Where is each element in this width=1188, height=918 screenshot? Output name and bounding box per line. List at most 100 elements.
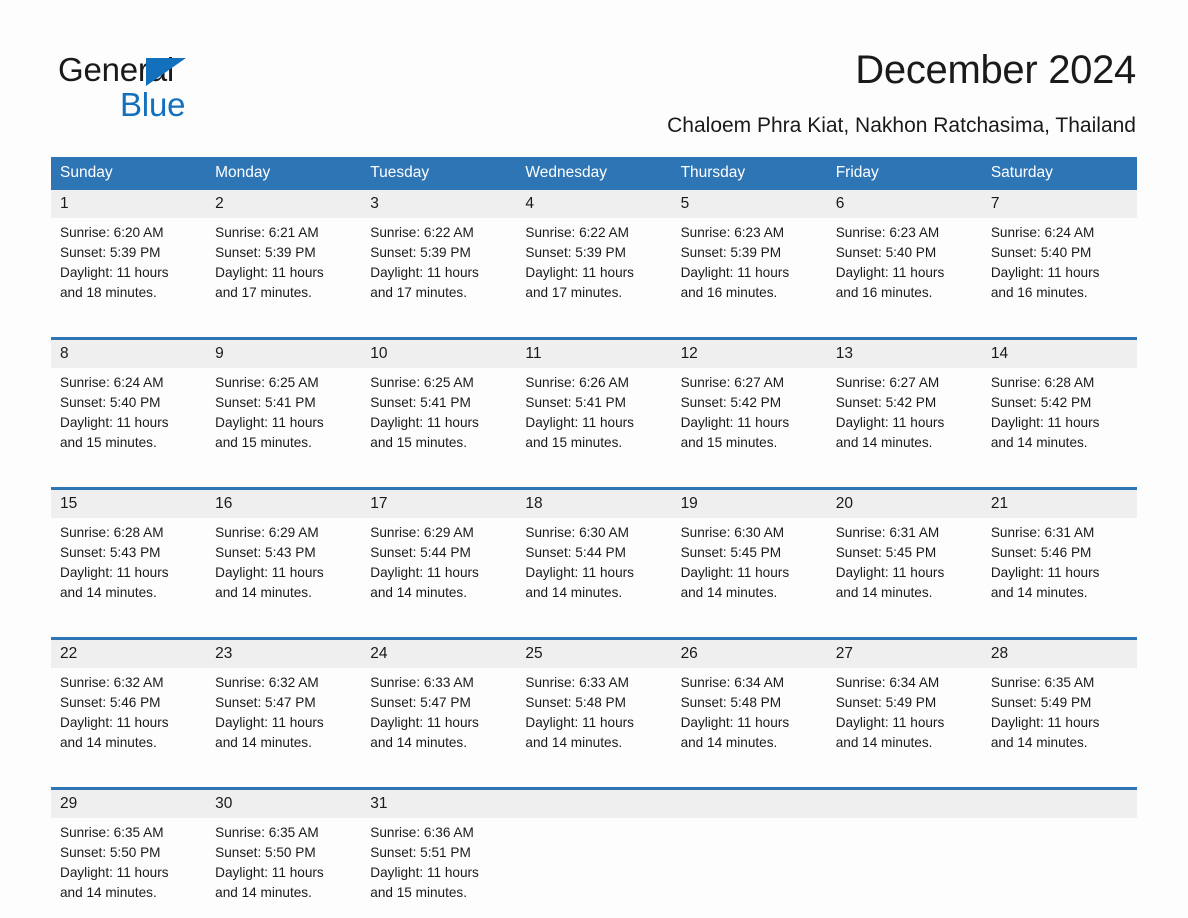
day-detail-empty-4 <box>981 818 1137 918</box>
sunrise-text: Sunrise: 6:22 AM <box>370 225 474 240</box>
day-cell-3[interactable]: 3 <box>361 190 517 218</box>
sunrise-text: Sunrise: 6:20 AM <box>60 225 164 240</box>
sunset-text: Sunset: 5:44 PM <box>370 545 471 560</box>
day-detail-10: Sunrise: 6:25 AM Sunset: 5:41 PM Dayligh… <box>361 368 517 473</box>
sunrise-text: Sunrise: 6:23 AM <box>680 225 785 240</box>
daylight-text-line1: Daylight: 11 hours <box>60 565 169 580</box>
day-cell-1[interactable]: 1 <box>51 190 207 218</box>
daylight-text-line1: Daylight: 11 hours <box>370 865 479 880</box>
daylight-text-line2: and 14 minutes. <box>680 585 778 600</box>
day-cell-31[interactable]: 31 <box>361 790 517 818</box>
day-detail-3: Sunrise: 6:22 AM Sunset: 5:39 PM Dayligh… <box>361 218 517 323</box>
sunset-text: Sunset: 5:39 PM <box>525 245 626 260</box>
sunrise-text: Sunrise: 6:27 AM <box>835 375 940 390</box>
sunrise-text: Sunrise: 6:28 AM <box>990 375 1095 390</box>
day-cell-5[interactable]: 5 <box>671 190 827 218</box>
day-detail-4: Sunrise: 6:22 AM Sunset: 5:39 PM Dayligh… <box>516 218 672 323</box>
day-cell-empty-4 <box>981 790 1137 818</box>
daylight-text-line2: and 16 minutes. <box>835 285 933 300</box>
day-cell-20[interactable]: 20 <box>826 490 982 518</box>
sunrise-text: Sunrise: 6:28 AM <box>60 525 164 540</box>
day-detail-19: Sunrise: 6:30 AM Sunset: 5:45 PM Dayligh… <box>671 518 827 623</box>
sunset-text: Sunset: 5:47 PM <box>370 695 471 710</box>
sunrise-text: Sunrise: 6:22 AM <box>525 225 629 240</box>
daylight-text-line2: and 14 minutes. <box>835 585 933 600</box>
week-spacer <box>51 773 1137 787</box>
page-title: December 2024 <box>855 48 1136 92</box>
daylight-text-line2: and 14 minutes. <box>525 735 623 750</box>
sunrise-text: Sunrise: 6:25 AM <box>370 375 474 390</box>
daylight-text-line1: Daylight: 11 hours <box>215 415 324 430</box>
day-cell-7[interactable]: 7 <box>981 190 1137 218</box>
sunrise-text: Sunrise: 6:30 AM <box>525 525 629 540</box>
daylight-text-line1: Daylight: 11 hours <box>680 715 790 730</box>
day-cell-11[interactable]: 11 <box>516 340 672 368</box>
daylight-text-line2: and 16 minutes. <box>680 285 778 300</box>
week-2-daynumber-row: 8 9 10 11 12 13 14 <box>51 340 1137 368</box>
week-5-daynumber-row: 29 30 31 <box>51 790 1137 818</box>
daylight-text-line1: Daylight: 11 hours <box>680 415 790 430</box>
sunset-text: Sunset: 5:46 PM <box>990 545 1092 560</box>
day-detail-9: Sunrise: 6:25 AM Sunset: 5:41 PM Dayligh… <box>206 368 362 473</box>
day-cell-27[interactable]: 27 <box>826 640 982 668</box>
day-cell-13[interactable]: 13 <box>826 340 982 368</box>
day-cell-30[interactable]: 30 <box>206 790 362 818</box>
day-cell-19[interactable]: 19 <box>671 490 827 518</box>
day-cell-21[interactable]: 21 <box>981 490 1137 518</box>
logo-text-blue: Blue <box>120 86 186 123</box>
sunset-text: Sunset: 5:49 PM <box>990 695 1092 710</box>
daylight-text-line1: Daylight: 11 hours <box>525 265 634 280</box>
day-cell-12[interactable]: 12 <box>671 340 827 368</box>
day-cell-17[interactable]: 17 <box>361 490 517 518</box>
day-cell-23[interactable]: 23 <box>206 640 362 668</box>
week-3-daynumber-row: 15 16 17 18 19 20 21 <box>51 490 1137 518</box>
day-cell-28[interactable]: 28 <box>981 640 1137 668</box>
daylight-text-line1: Daylight: 11 hours <box>60 415 169 430</box>
day-cell-14[interactable]: 14 <box>981 340 1137 368</box>
day-cell-15[interactable]: 15 <box>51 490 207 518</box>
day-cell-24[interactable]: 24 <box>361 640 517 668</box>
daylight-text-line1: Daylight: 11 hours <box>370 715 479 730</box>
sunset-text: Sunset: 5:42 PM <box>680 395 782 410</box>
day-cell-16[interactable]: 16 <box>206 490 362 518</box>
logo-triangle-icon <box>146 58 186 86</box>
day-cell-8[interactable]: 8 <box>51 340 207 368</box>
sunrise-text: Sunrise: 6:21 AM <box>215 225 319 240</box>
day-cell-29[interactable]: 29 <box>51 790 207 818</box>
day-cell-26[interactable]: 26 <box>671 640 827 668</box>
week-spacer <box>51 323 1137 337</box>
logo-text-general: General <box>58 51 175 88</box>
sunset-text: Sunset: 5:43 PM <box>60 545 161 560</box>
sunrise-text: Sunrise: 6:35 AM <box>990 675 1095 690</box>
day-detail-29: Sunrise: 6:35 AM Sunset: 5:50 PM Dayligh… <box>51 818 207 918</box>
daylight-text-line2: and 15 minutes. <box>525 435 623 450</box>
general-blue-logo[interactable]: General Blue <box>58 51 318 122</box>
sunrise-text: Sunrise: 6:33 AM <box>525 675 629 690</box>
daylight-text-line1: Daylight: 11 hours <box>370 415 479 430</box>
day-cell-4[interactable]: 4 <box>516 190 672 218</box>
day-detail-16: Sunrise: 6:29 AM Sunset: 5:43 PM Dayligh… <box>206 518 362 623</box>
day-cell-25[interactable]: 25 <box>516 640 672 668</box>
day-cell-9[interactable]: 9 <box>206 340 362 368</box>
day-cell-22[interactable]: 22 <box>51 640 207 668</box>
week-2-detail-row: Sunrise: 6:24 AM Sunset: 5:40 PM Dayligh… <box>51 368 1137 473</box>
day-detail-8: Sunrise: 6:24 AM Sunset: 5:40 PM Dayligh… <box>51 368 207 473</box>
sunrise-text: Sunrise: 6:35 AM <box>215 825 319 840</box>
sunset-text: Sunset: 5:50 PM <box>215 845 316 860</box>
day-detail-12: Sunrise: 6:27 AM Sunset: 5:42 PM Dayligh… <box>671 368 827 473</box>
daylight-text-line2: and 14 minutes. <box>370 735 468 750</box>
day-cell-2[interactable]: 2 <box>206 190 362 218</box>
sunrise-text: Sunrise: 6:33 AM <box>370 675 474 690</box>
day-cell-10[interactable]: 10 <box>361 340 517 368</box>
daylight-text-line1: Daylight: 11 hours <box>215 265 324 280</box>
week-4-daynumber-row: 22 23 24 25 26 27 28 <box>51 640 1137 668</box>
day-cell-empty-2 <box>671 790 827 818</box>
sunrise-text: Sunrise: 6:34 AM <box>680 675 785 690</box>
daylight-text-line2: and 15 minutes. <box>60 435 157 450</box>
weekday-header-tuesday: Tuesday <box>361 157 517 190</box>
day-cell-18[interactable]: 18 <box>516 490 672 518</box>
sunset-text: Sunset: 5:39 PM <box>215 245 316 260</box>
day-cell-6[interactable]: 6 <box>826 190 982 218</box>
daylight-text-line1: Daylight: 11 hours <box>680 565 790 580</box>
day-detail-5: Sunrise: 6:23 AM Sunset: 5:39 PM Dayligh… <box>671 218 827 323</box>
